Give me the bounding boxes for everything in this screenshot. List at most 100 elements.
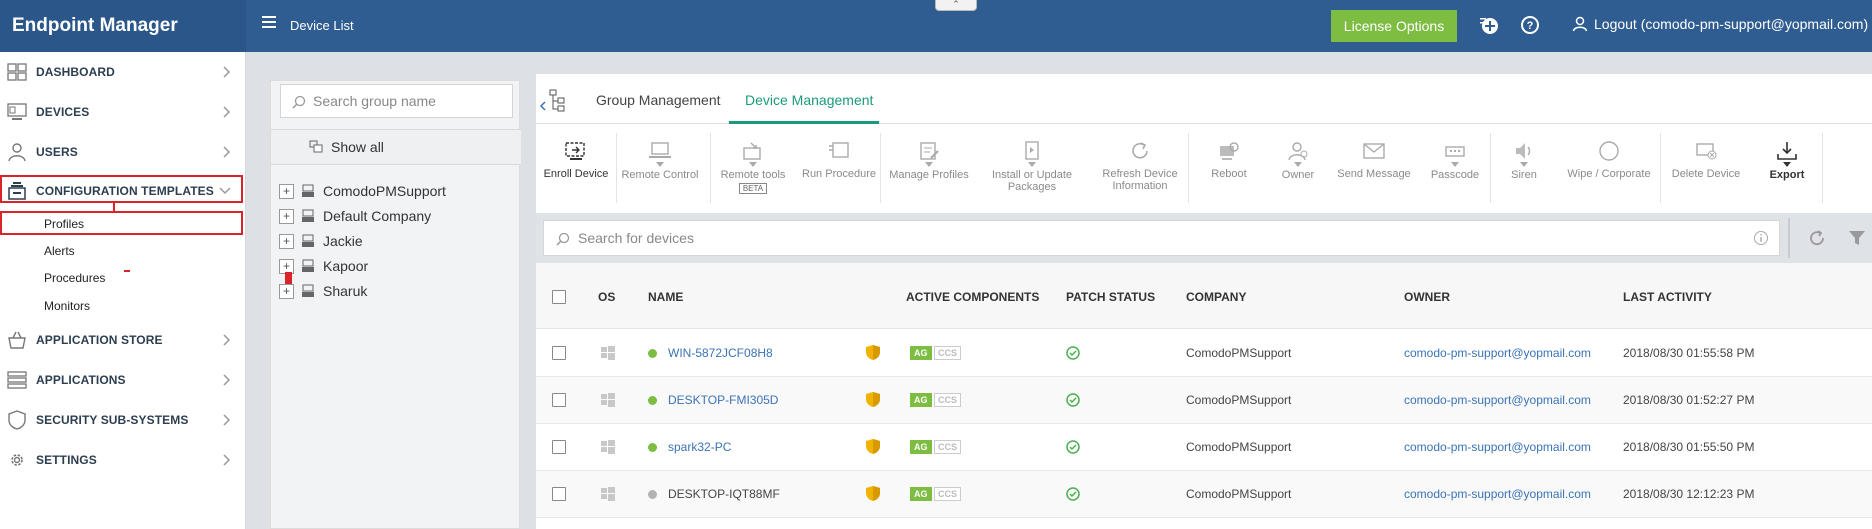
manage-profiles-button[interactable]: Manage Profiles <box>884 125 974 210</box>
tool-label: Remote Control <box>621 169 699 181</box>
toggle-tree-icon[interactable] <box>538 84 570 114</box>
component-badge-ag: AG <box>910 346 932 360</box>
toolbar-divider <box>616 133 617 203</box>
online-status-icon <box>648 396 657 405</box>
expand-icon[interactable]: + <box>279 208 294 224</box>
owner-button[interactable]: Owner <box>1270 125 1326 210</box>
row-checkbox[interactable] <box>552 440 566 454</box>
row-checkbox[interactable] <box>552 346 566 360</box>
tab-group-management[interactable]: Group Management <box>596 92 721 108</box>
sidebar-item-dashboard[interactable]: DASHBOARD <box>0 54 246 90</box>
group-item-kapoor[interactable]: + Kapoor <box>279 255 368 277</box>
column-last-activity[interactable]: LAST ACTIVITY <box>1623 290 1712 304</box>
passcode-button[interactable]: Passcode <box>1422 125 1488 210</box>
reboot-button[interactable]: Reboot <box>1198 125 1260 210</box>
chevron-right-icon <box>223 414 231 426</box>
sidebar: DASHBOARD DEVICES USERS CONFIGURATION TE… <box>0 52 246 529</box>
sidebar-item-users[interactable]: USERS <box>0 134 246 170</box>
run-procedure-button[interactable]: Run Procedure <box>798 125 880 210</box>
group-search-input[interactable]: Search group name <box>280 84 513 118</box>
sidebar-item-application-store[interactable]: APPLICATION STORE <box>0 322 246 358</box>
refresh-icon[interactable] <box>1808 229 1826 247</box>
siren-button[interactable]: Siren <box>1494 125 1554 210</box>
info-icon[interactable] <box>1753 230 1769 246</box>
wipe-corporate-button[interactable]: Wipe / Corporate <box>1560 125 1658 210</box>
sidebar-subitem-profiles[interactable]: Profiles <box>44 217 84 231</box>
sidebar-subitem-alerts[interactable]: Alerts <box>44 244 75 258</box>
page-title: Device List <box>290 18 354 33</box>
enroll-device-button[interactable]: Enroll Device <box>540 125 612 210</box>
owner-link[interactable]: comodo-pm-support@yopmail.com <box>1404 346 1591 360</box>
install-update-packages-button[interactable]: Install or Update Packages <box>984 125 1080 210</box>
owner-icon <box>1288 142 1308 161</box>
caret-down-icon <box>1451 162 1459 167</box>
shield-warning-icon <box>866 392 880 407</box>
filter-icon[interactable] <box>1848 229 1866 247</box>
component-badge-ag: AG <box>910 393 932 407</box>
collapse-header-button[interactable]: ⌃ <box>935 0 977 11</box>
device-name-link[interactable]: WIN-5872JCF08H8 <box>668 346 773 360</box>
column-os[interactable]: OS <box>598 290 615 304</box>
owner-link[interactable]: comodo-pm-support@yopmail.com <box>1404 440 1591 454</box>
remote-control-button[interactable]: Remote Control <box>619 125 701 210</box>
table-row[interactable]: WIN-5872JCF08H8 AG CCS ComodoPMSupport c… <box>536 330 1872 377</box>
last-activity-cell: 2018/08/30 01:52:27 PM <box>1623 393 1755 407</box>
sidebar-item-security-sub-systems[interactable]: SECURITY SUB-SYSTEMS <box>0 402 246 438</box>
tool-label: Install or Update <box>991 169 1073 181</box>
group-item-comodopmsupport[interactable]: + ComodoPMSupport <box>279 180 446 202</box>
device-name-link[interactable]: DESKTOP-FMI305D <box>668 393 778 407</box>
logout-link[interactable]: Logout (comodo-pm-support@yopmail.com) <box>1572 16 1868 32</box>
export-button[interactable]: Export <box>1756 125 1818 210</box>
device-group-icon <box>302 284 314 297</box>
sidebar-subitem-monitors[interactable]: Monitors <box>44 299 90 313</box>
sidebar-item-settings[interactable]: SETTINGS <box>0 442 246 478</box>
windows-icon <box>601 440 615 454</box>
chevron-right-icon <box>223 106 231 118</box>
laptop-icon <box>649 142 671 158</box>
owner-link[interactable]: comodo-pm-support@yopmail.com <box>1404 487 1591 501</box>
sidebar-subitem-procedures[interactable]: Procedures <box>44 271 105 285</box>
sidebar-item-applications[interactable]: APPLICATIONS <box>0 362 246 398</box>
device-search-input[interactable]: Search for devices <box>543 220 1780 256</box>
column-active-components[interactable]: ACTIVE COMPONENTS <box>906 290 1039 304</box>
group-item-sharuk[interactable]: + Sharuk <box>279 280 367 302</box>
owner-link[interactable]: comodo-pm-support@yopmail.com <box>1404 393 1591 407</box>
add-circle-icon[interactable] <box>1478 14 1500 36</box>
top-bar: Endpoint Manager Device List ⌃ License O… <box>0 0 1872 52</box>
show-all-icon <box>309 140 323 153</box>
license-options-button[interactable]: License Options <box>1331 10 1457 42</box>
chevron-right-icon <box>223 146 231 158</box>
row-checkbox[interactable] <box>552 487 566 501</box>
table-row[interactable]: DESKTOP-IQT88MF AG CCS ComodoPMSupport c… <box>536 471 1872 518</box>
column-company[interactable]: COMPANY <box>1186 290 1246 304</box>
device-name-link[interactable]: spark32-PC <box>668 440 731 454</box>
row-checkbox[interactable] <box>552 393 566 407</box>
tool-label: Export <box>1769 169 1805 181</box>
refresh-device-info-button[interactable]: Refresh Device Information <box>1090 125 1190 210</box>
sidebar-item-devices[interactable]: DEVICES <box>0 94 246 130</box>
column-owner[interactable]: OWNER <box>1404 290 1450 304</box>
table-row[interactable]: DESKTOP-FMI305D AG CCS ComodoPMSupport c… <box>536 377 1872 424</box>
component-badge-ag: AG <box>910 440 932 454</box>
column-patch-status[interactable]: PATCH STATUS <box>1066 290 1155 304</box>
help-icon[interactable]: ? <box>1519 14 1541 36</box>
group-item-default-company[interactable]: + Default Company <box>279 205 431 227</box>
expand-icon[interactable]: + <box>279 233 294 249</box>
device-group-icon <box>302 234 314 247</box>
expand-icon[interactable]: + <box>279 183 294 199</box>
table-row[interactable]: spark32-PC AG CCS ComodoPMSupport comodo… <box>536 424 1872 471</box>
brand-logo[interactable]: Endpoint Manager <box>0 0 246 52</box>
column-name[interactable]: NAME <box>648 290 683 304</box>
menu-icon[interactable] <box>262 16 276 28</box>
tab-device-management[interactable]: Device Management <box>745 92 873 108</box>
show-all-button[interactable]: Show all <box>271 129 521 165</box>
device-name-link[interactable]: DESKTOP-IQT88MF <box>668 487 780 501</box>
group-item-jackie[interactable]: + Jackie <box>279 230 363 252</box>
tool-label: Passcode <box>1430 169 1480 181</box>
delete-device-button[interactable]: Delete Device <box>1664 125 1748 210</box>
select-all-checkbox[interactable] <box>552 290 566 304</box>
toolbar-divider <box>880 133 881 203</box>
expand-icon[interactable]: + <box>279 283 294 299</box>
send-message-button[interactable]: Send Message <box>1332 125 1416 210</box>
remote-tools-button[interactable]: Remote tools BETA <box>712 125 794 210</box>
